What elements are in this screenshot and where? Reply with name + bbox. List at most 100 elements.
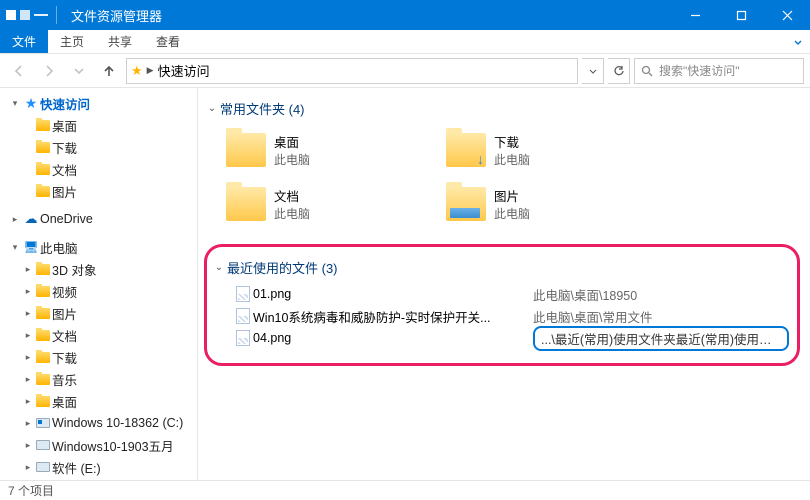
chevron-right-icon[interactable]: ▸: [22, 440, 34, 451]
sidebar-onedrive[interactable]: ▸ ☁ OneDrive: [0, 208, 197, 230]
folder-item[interactable]: 桌面此电脑: [224, 126, 424, 174]
chevron-right-icon[interactable]: ▸: [22, 286, 34, 297]
chevron-down-icon[interactable]: ⌄: [204, 103, 220, 114]
sidebar-item[interactable]: ▸图片: [0, 302, 197, 324]
drive-icon: [36, 462, 50, 472]
sidebar-item[interactable]: ▸文档: [0, 324, 197, 346]
monitor-icon: 🖥: [23, 240, 38, 254]
sidebar-item[interactable]: 图片: [0, 180, 197, 202]
folder-icon: [36, 164, 50, 175]
recent-locations-button[interactable]: [66, 58, 92, 84]
folder-icon: [226, 187, 266, 221]
sidebar-item[interactable]: ▸Windows10-1903五月: [0, 434, 197, 456]
ribbon-tabs: 文件 主页 共享 查看: [0, 30, 810, 54]
folder-icon: [36, 330, 50, 341]
chevron-right-icon[interactable]: ▸: [22, 352, 34, 363]
search-input[interactable]: 搜索"快速访问": [634, 58, 804, 84]
recent-file-item[interactable]: 04.png...\最近(常用)使用文件夹最近(常用)使用文...: [233, 327, 789, 349]
chevron-right-icon[interactable]: ▸: [22, 308, 34, 319]
sidebar-item[interactable]: 桌面: [0, 114, 197, 136]
tab-file[interactable]: 文件: [0, 30, 48, 53]
folder-icon: [36, 264, 50, 275]
folder-item[interactable]: 文档此电脑: [224, 180, 424, 228]
search-placeholder: 搜索"快速访问": [659, 62, 740, 79]
sidebar-item[interactable]: ▸文档 (F:): [0, 478, 197, 480]
forward-button[interactable]: [36, 58, 62, 84]
folder-item[interactable]: 图片此电脑: [444, 180, 644, 228]
group-header-recent[interactable]: ⌄ 最近使用的文件 (3): [211, 255, 789, 279]
address-location: 快速访问: [158, 61, 210, 80]
minimize-button[interactable]: [672, 0, 718, 30]
folder-icon: [36, 186, 50, 197]
chevron-right-icon[interactable]: ▸: [22, 418, 34, 429]
chevron-right-icon[interactable]: ▸: [8, 214, 22, 225]
chevron-right-icon[interactable]: ▸: [22, 264, 34, 275]
folder-icon: [6, 10, 16, 20]
tab-view[interactable]: 查看: [144, 30, 192, 53]
sidebar-item[interactable]: ▸桌面: [0, 390, 197, 412]
status-text: 7 个项目: [8, 482, 54, 499]
folder-icon: [446, 187, 486, 221]
content-pane[interactable]: ⌄ 常用文件夹 (4) 桌面此电脑下载此电脑文档此电脑图片此电脑 ⌄ 最近使用的…: [198, 88, 810, 480]
folder-icon: [36, 374, 50, 385]
tab-share[interactable]: 共享: [96, 30, 144, 53]
chevron-right-icon[interactable]: ▸: [22, 396, 34, 407]
file-path: 此电脑\桌面\常用文件: [533, 307, 789, 326]
folder-icon: [36, 352, 50, 363]
folder-icon: [36, 142, 50, 153]
chevron-down-icon[interactable]: ▾: [8, 242, 22, 253]
close-button[interactable]: [764, 0, 810, 30]
sidebar-this-pc[interactable]: ▾ 🖥 此电脑: [0, 236, 197, 258]
folder-item[interactable]: 下载此电脑: [444, 126, 644, 174]
folder-icon: [36, 286, 50, 297]
group-header-folders[interactable]: ⌄ 常用文件夹 (4): [204, 96, 800, 120]
chevron-right-icon[interactable]: ▸: [22, 330, 34, 341]
sidebar-item[interactable]: ▸视频: [0, 280, 197, 302]
chevron-right-icon[interactable]: ▸: [22, 462, 34, 473]
back-button[interactable]: [6, 58, 32, 84]
titlebar: 文件资源管理器: [0, 0, 810, 30]
maximize-button[interactable]: [718, 0, 764, 30]
qat-divider: [34, 14, 48, 16]
group-title: 常用文件夹 (4): [220, 99, 305, 118]
qat: [0, 6, 67, 24]
sidebar-item[interactable]: 下载: [0, 136, 197, 158]
refresh-button[interactable]: [608, 58, 630, 84]
file-path: ...\最近(常用)使用文件夹最近(常用)使用文...: [533, 326, 789, 351]
window-title: 文件资源管理器: [71, 6, 162, 25]
qat-icon[interactable]: [20, 10, 30, 20]
sidebar-item[interactable]: 文档: [0, 158, 197, 180]
drive-icon: [36, 418, 50, 428]
address-field[interactable]: ★ ▶ 快速访问: [126, 58, 578, 84]
recent-file-item[interactable]: 01.png此电脑\桌面\18950: [233, 283, 789, 305]
sidebar-item[interactable]: ▸下载: [0, 346, 197, 368]
image-file-icon: [236, 308, 250, 324]
quick-access-icon: ★: [131, 63, 143, 79]
group-title: 最近使用的文件 (3): [227, 258, 338, 277]
folder-icon: [36, 396, 50, 407]
tab-home[interactable]: 主页: [48, 30, 96, 53]
chevron-right-icon[interactable]: ▸: [22, 374, 34, 385]
recent-files-region: ⌄ 最近使用的文件 (3) 01.png此电脑\桌面\18950Win10系统病…: [204, 244, 800, 366]
folder-icon: [36, 120, 50, 131]
sidebar-item[interactable]: ▸软件 (E:): [0, 456, 197, 478]
search-icon: [641, 65, 653, 77]
recent-file-item[interactable]: Win10系统病毒和威胁防护-实时保护开关...此电脑\桌面\常用文件: [233, 305, 789, 327]
up-button[interactable]: [96, 58, 122, 84]
star-icon: ★: [25, 95, 38, 112]
sidebar-item[interactable]: ▸音乐: [0, 368, 197, 390]
nav-sidebar[interactable]: ▾ ★ 快速访问 桌面下载文档图片 ▸ ☁ OneDrive ▾ 🖥 此电脑 ▸…: [0, 88, 198, 480]
image-file-icon: [236, 330, 250, 346]
sidebar-item[interactable]: ▸Windows 10-18362 (C:): [0, 412, 197, 434]
ribbon-expand-button[interactable]: [786, 30, 810, 53]
folder-icon: [446, 133, 486, 167]
sidebar-quick-access[interactable]: ▾ ★ 快速访问: [0, 92, 197, 114]
folder-icon: [36, 308, 50, 319]
sidebar-item[interactable]: ▸3D 对象: [0, 258, 197, 280]
cloud-icon: ☁: [25, 211, 38, 227]
folder-icon: [226, 133, 266, 167]
chevron-down-icon[interactable]: ▾: [8, 98, 22, 109]
chevron-down-icon[interactable]: ⌄: [211, 262, 227, 273]
status-bar: 7 个项目: [0, 480, 810, 500]
address-dropdown-button[interactable]: [582, 58, 604, 84]
